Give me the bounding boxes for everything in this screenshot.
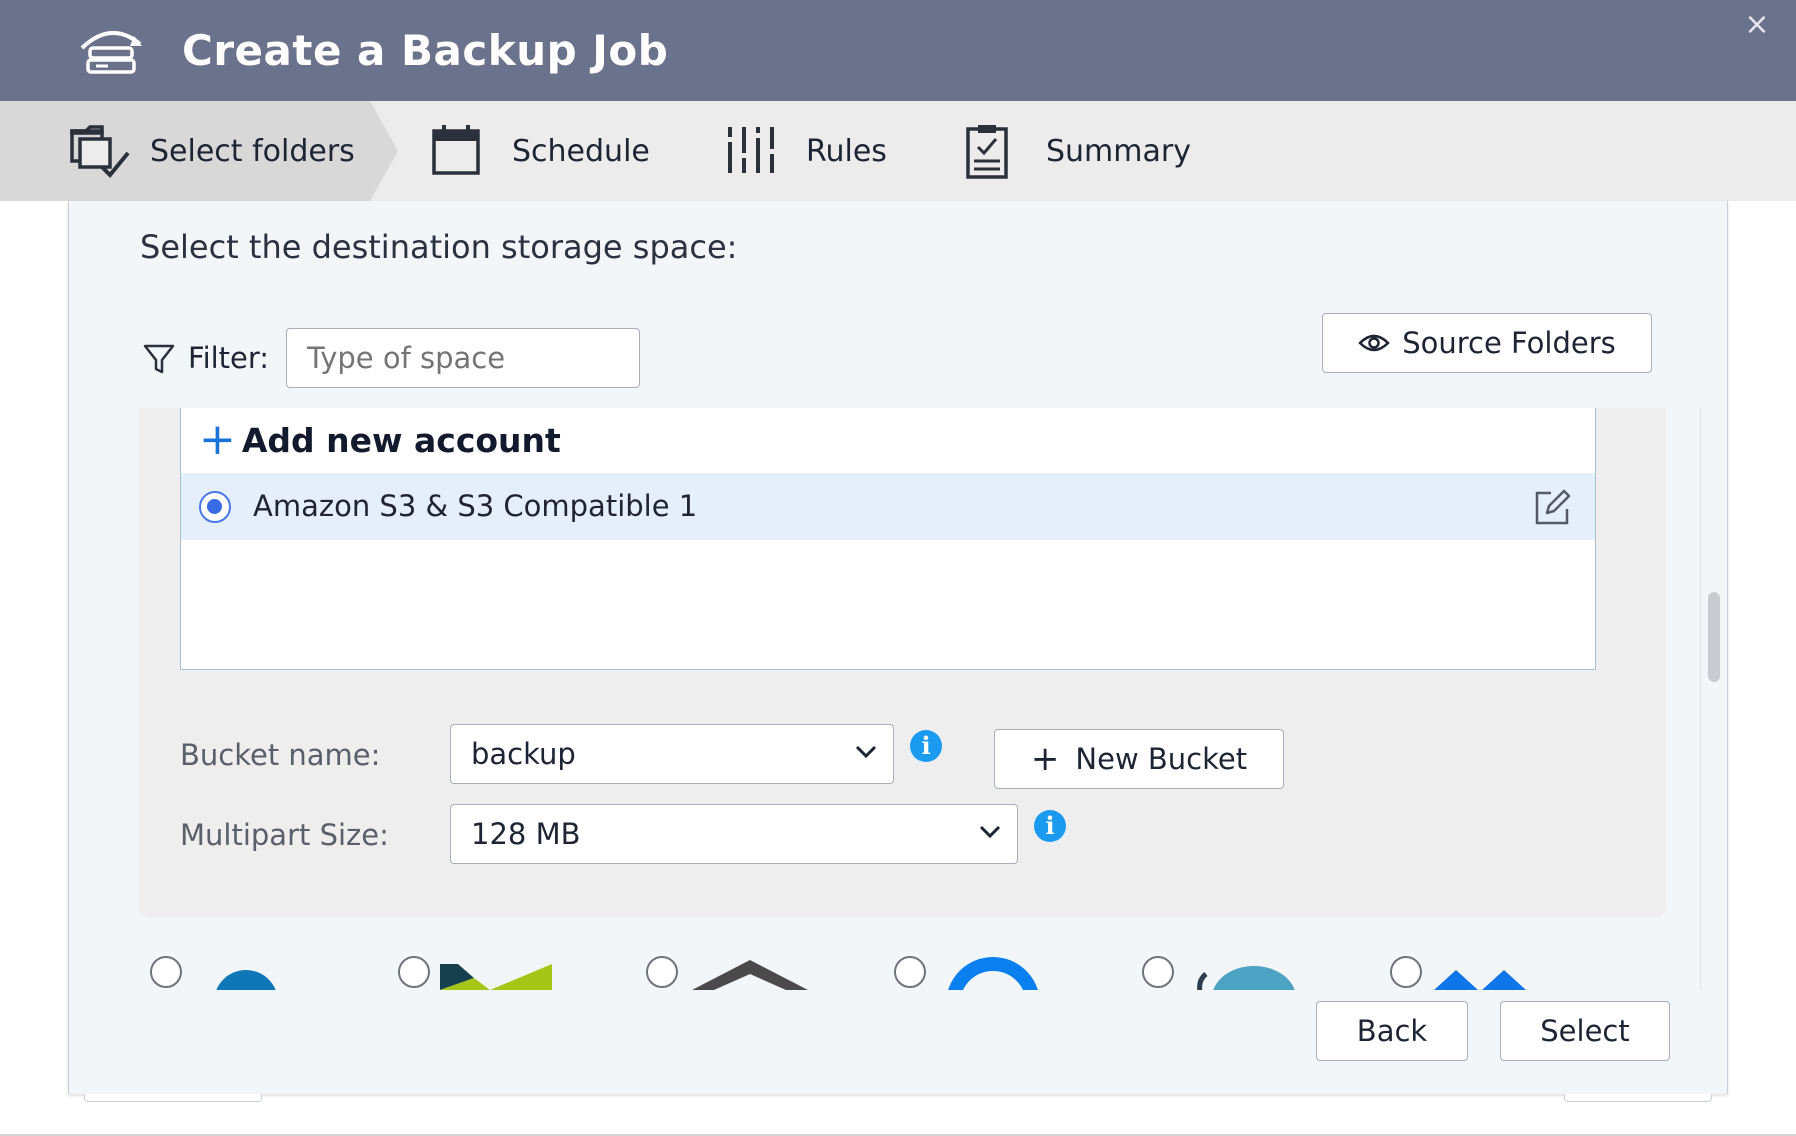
provider-logo — [1197, 966, 1295, 990]
sliders-icon — [726, 127, 776, 173]
wizard-steps: Select folders Schedule Rules Summary — [0, 101, 1796, 201]
back-button[interactable]: Back — [1316, 1001, 1468, 1061]
provider-radio[interactable] — [894, 956, 926, 988]
account-row[interactable]: Amazon S3 & S3 Compatible 1 — [181, 473, 1595, 540]
new-bucket-button[interactable]: + New Bucket — [994, 729, 1284, 789]
backup-drive-icon — [80, 30, 142, 74]
plus-icon: + — [1030, 739, 1060, 779]
window-title: Create a Backup Job — [182, 26, 669, 75]
clipboard-check-icon — [966, 125, 1008, 179]
folder-check-icon — [70, 125, 130, 178]
page-heading: Select the destination storage space: — [140, 228, 738, 266]
provider-radio[interactable] — [646, 956, 678, 988]
background-tab — [84, 1094, 262, 1102]
scrollbar-thumb[interactable] — [1708, 592, 1720, 682]
dialog-footer — [69, 990, 1727, 1094]
multipart-info-icon[interactable]: i — [1034, 810, 1066, 842]
bucket-info-icon[interactable]: i — [910, 730, 942, 762]
step-summary[interactable]: Summary — [964, 101, 1191, 201]
step-rules[interactable]: Rules — [724, 101, 887, 201]
filter-icon — [143, 344, 175, 374]
account-radio-selected[interactable] — [199, 491, 231, 523]
scrollbar[interactable] — [1700, 408, 1724, 990]
account-list: + Add new account Amazon S3 & S3 Compati… — [180, 408, 1596, 670]
provider-logo — [1434, 970, 1526, 990]
eye-icon — [1358, 334, 1390, 352]
step-schedule[interactable]: Schedule — [430, 101, 650, 201]
step-label: Select folders — [150, 133, 355, 169]
provider-radio[interactable] — [1390, 956, 1422, 988]
account-name: Amazon S3 & S3 Compatible 1 — [253, 489, 698, 523]
step-label: Summary — [1046, 133, 1191, 169]
provider-logo — [692, 960, 808, 990]
title-bar: Create a Backup Job × — [0, 0, 1796, 101]
bucket-name-value: backup — [471, 737, 576, 771]
provider-logo — [948, 957, 1038, 990]
select-button[interactable]: Select — [1500, 1001, 1670, 1061]
multipart-size-label: Multipart Size: — [180, 818, 389, 852]
filter-input[interactable] — [286, 328, 640, 388]
multipart-size-select[interactable]: 128 MB — [450, 804, 1018, 864]
add-account-button[interactable]: + Add new account — [199, 416, 561, 464]
provider-radio[interactable] — [150, 956, 182, 988]
source-folders-button[interactable]: Source Folders — [1322, 313, 1652, 373]
step-label: Schedule — [512, 133, 650, 169]
step-select-folders[interactable]: Select folders — [68, 101, 355, 201]
multipart-size-value: 128 MB — [471, 817, 581, 851]
plus-icon: + — [199, 414, 236, 465]
chevron-down-icon — [855, 745, 877, 759]
bucket-name-select[interactable]: backup — [450, 724, 894, 784]
source-folders-label: Source Folders — [1402, 326, 1616, 360]
close-icon[interactable]: × — [1740, 8, 1774, 42]
provider-radio[interactable] — [1142, 956, 1174, 988]
storage-scroll-area[interactable]: + Add new account Amazon S3 & S3 Compati… — [138, 408, 1666, 990]
provider-logo — [216, 970, 276, 990]
background-tab — [1564, 1094, 1712, 1102]
edit-icon[interactable] — [1533, 487, 1573, 527]
step-label: Rules — [806, 133, 887, 169]
bucket-name-label: Bucket name: — [180, 738, 381, 772]
new-bucket-label: New Bucket — [1075, 742, 1248, 776]
calendar-icon — [432, 125, 480, 175]
filter-label: Filter: — [188, 341, 270, 375]
add-account-label: Add new account — [241, 420, 561, 460]
chevron-down-icon — [979, 825, 1001, 839]
provider-logo — [440, 964, 552, 990]
provider-radio[interactable] — [398, 956, 430, 988]
